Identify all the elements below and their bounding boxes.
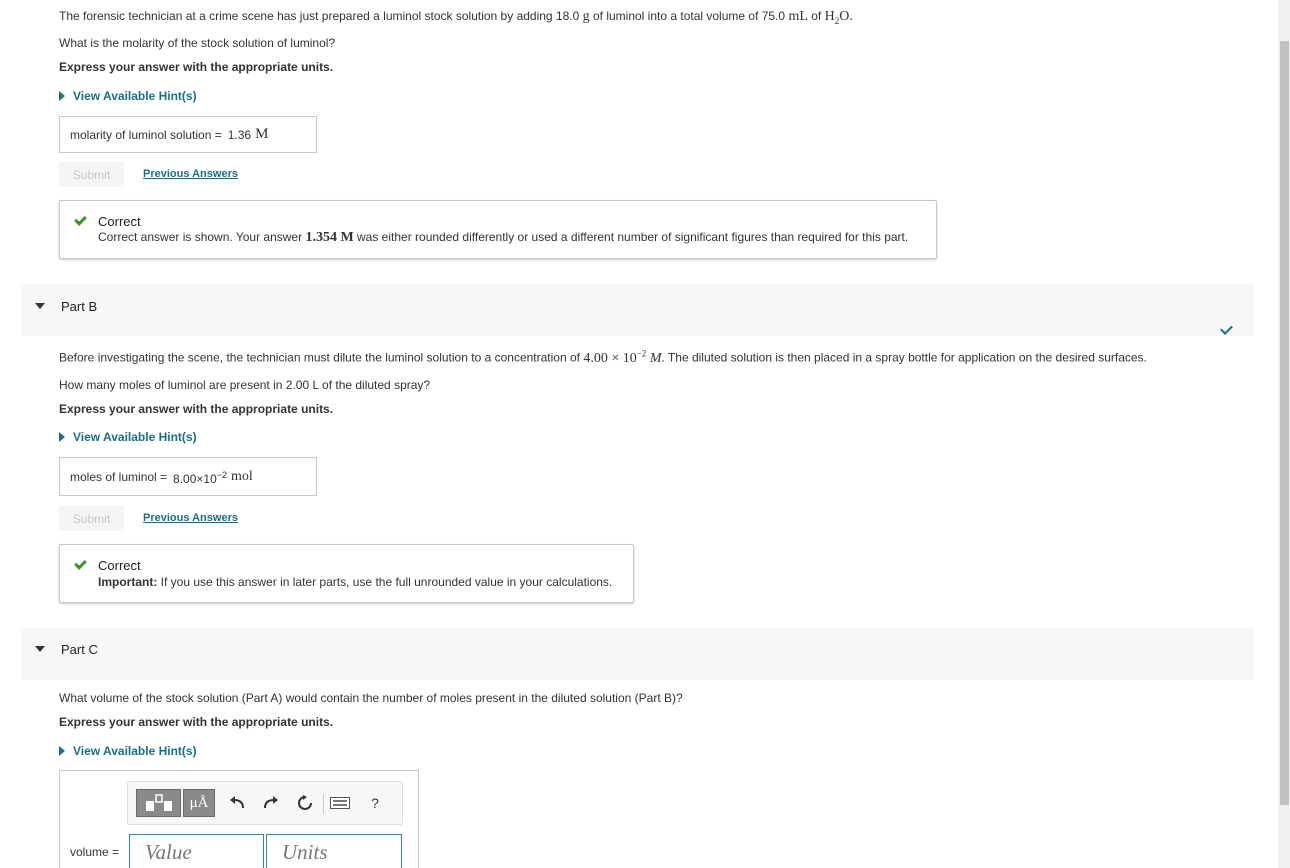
- value-placeholder: Value: [145, 839, 192, 864]
- parta-answer-value: 1.36: [227, 127, 252, 142]
- partc-instruction: Express your answer with the appropriate…: [59, 715, 334, 729]
- partb-instruction: Express your answer with the appropriate…: [59, 402, 334, 416]
- scrollbar-thumb[interactable]: [1280, 41, 1289, 805]
- formula-o: O.: [839, 9, 853, 24]
- templates-icon: [145, 794, 172, 811]
- redo-icon: [264, 796, 278, 809]
- parta-question-mid: of luminol into a total volume of 75.0: [592, 9, 786, 23]
- keyboard-icon: [330, 797, 350, 809]
- reset-icon: [298, 795, 312, 810]
- parta-answer-label: molarity of luminol solution =: [70, 127, 222, 142]
- partb-question-prefix: Before investigating the scene, the tech…: [59, 350, 580, 365]
- partb-title: Part B: [61, 299, 98, 314]
- unit-ml: mL: [788, 9, 808, 24]
- keyboard-button[interactable]: [328, 792, 352, 814]
- caret-down-icon: [35, 303, 45, 309]
- partc-question: What volume of the stock solution (Part …: [59, 691, 683, 705]
- partb-answer-unit: mol: [231, 468, 253, 484]
- parta-feedback-body: Correct answer is shown. Your answer 1.3…: [98, 230, 908, 246]
- formula-h: H: [824, 9, 835, 24]
- partb-answer-exp: −2: [216, 470, 228, 480]
- partb-answer-label: moles of luminol =: [70, 469, 168, 484]
- toolbar-divider: [323, 794, 324, 814]
- parta-question: The forensic technician at a crime scene…: [59, 9, 853, 26]
- caret-right-icon: [59, 91, 65, 101]
- parta-hint-label: View Available Hint(s): [73, 89, 197, 103]
- partb-feedback-text: If you use this answer in later parts, u…: [160, 575, 613, 589]
- undo-icon: [230, 796, 244, 809]
- caret-right-icon: [59, 746, 65, 756]
- parta-feedback: Correct Correct answer is shown. Your an…: [59, 200, 937, 259]
- partb-unit-m: M: [649, 350, 662, 366]
- parta-submit-button[interactable]: Submit: [59, 162, 124, 187]
- help-button[interactable]: ?: [364, 792, 386, 814]
- parta-feedback-prefix: Correct answer is shown. Your answer: [98, 230, 303, 244]
- caret-down-icon: [35, 646, 45, 652]
- parta-feedback-title: Correct: [98, 214, 141, 229]
- unit-g: g: [582, 9, 590, 24]
- parta-question-text: The forensic technician at a crime scene…: [59, 9, 580, 23]
- partb-feedback-important: Important:: [98, 575, 158, 589]
- partb-exp: −2: [636, 348, 647, 358]
- check-icon: [74, 557, 87, 570]
- partc-hint-label: View Available Hint(s): [73, 744, 197, 758]
- partb-question-suffix: . The diluted solution is then placed in…: [661, 350, 1147, 365]
- partc-hint-link[interactable]: View Available Hint(s): [59, 744, 197, 758]
- partb-hint-link[interactable]: View Available Hint(s): [59, 430, 197, 444]
- units-label: μÅ: [189, 794, 209, 811]
- partb-feedback-title: Correct: [98, 558, 141, 573]
- partc-answer-label: volume =: [70, 845, 120, 859]
- math-toolbar: μÅ ?: [127, 781, 403, 825]
- parta-previous-answers-link[interactable]: Previous Answers: [143, 168, 238, 180]
- parta-answer-unit: M: [255, 126, 269, 142]
- parta-feedback-suffix: was either rounded differently or used a…: [357, 230, 909, 244]
- redo-button[interactable]: [260, 792, 282, 814]
- parta-question2: What is the molarity of the stock soluti…: [59, 36, 336, 50]
- parta-feedback-value: 1.354 M: [305, 230, 354, 245]
- units-input[interactable]: Units: [266, 834, 402, 868]
- partb-feedback-body: Important: If you use this answer in lat…: [98, 575, 612, 589]
- templates-button[interactable]: [136, 789, 181, 817]
- partb-header[interactable]: Part B: [21, 284, 1254, 336]
- partb-conc: 4.00 × 10: [583, 350, 637, 366]
- partc-header[interactable]: Part C: [21, 628, 1254, 680]
- partb-submit-button[interactable]: Submit: [59, 506, 124, 531]
- vertical-scrollbar[interactable]: [1278, 0, 1290, 868]
- parta-question-of: of: [811, 9, 822, 23]
- units-placeholder: Units: [282, 839, 328, 864]
- parta-instruction: Express your answer with the appropriate…: [59, 60, 334, 74]
- parta-hint-link[interactable]: View Available Hint(s): [59, 89, 197, 103]
- check-icon: [74, 213, 87, 226]
- undo-button[interactable]: [226, 792, 248, 814]
- partb-answer-box[interactable]: moles of luminol = 8.00×10−2 mol: [59, 457, 317, 496]
- partb-hint-label: View Available Hint(s): [73, 430, 197, 444]
- partb-previous-answers-link[interactable]: Previous Answers: [143, 512, 238, 524]
- caret-right-icon: [59, 432, 65, 442]
- partb-feedback: Correct Important: If you use this answe…: [59, 544, 634, 603]
- units-button[interactable]: μÅ: [183, 789, 215, 817]
- reset-button[interactable]: [294, 792, 316, 814]
- partb-question: Before investigating the scene, the tech…: [59, 348, 1147, 367]
- partc-title: Part C: [61, 642, 98, 657]
- partb-answer-value: 8.00×10: [173, 472, 217, 486]
- value-input[interactable]: Value: [129, 834, 264, 868]
- parta-answer-box[interactable]: molarity of luminol solution = 1.36 M: [59, 116, 317, 153]
- partb-question2: How many moles of luminol are present in…: [59, 378, 431, 392]
